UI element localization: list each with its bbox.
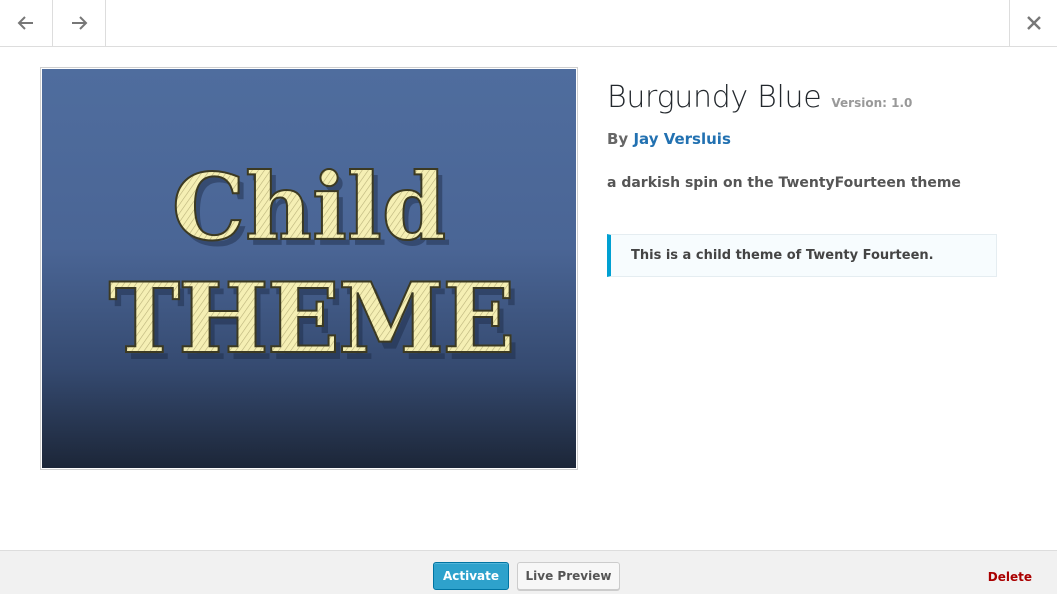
screenshot-line2: THEME bbox=[109, 262, 514, 375]
next-theme-button[interactable] bbox=[53, 0, 106, 46]
theme-screenshot-image: Child Child THEME THEME bbox=[42, 69, 576, 468]
theme-actions-bar: Activate Live Preview Delete bbox=[0, 550, 1057, 594]
previous-theme-button[interactable] bbox=[0, 0, 53, 46]
activate-button[interactable]: Activate bbox=[433, 562, 509, 590]
parent-theme-notice-text: This is a child theme of Twenty Fourteen… bbox=[631, 248, 934, 263]
arrow-right-icon bbox=[72, 16, 88, 30]
theme-info: Burgundy Blue Version: 1.0 By Jay Verslu… bbox=[607, 80, 1007, 277]
theme-title: Burgundy Blue Version: 1.0 bbox=[607, 80, 1007, 115]
live-preview-button[interactable]: Live Preview bbox=[517, 562, 620, 590]
theme-overlay-header bbox=[0, 0, 1057, 47]
close-icon bbox=[1026, 16, 1041, 30]
close-overlay-button[interactable] bbox=[1009, 0, 1057, 46]
author-by-label: By bbox=[607, 130, 629, 148]
theme-description: a darkish spin on the TwentyFourteen the… bbox=[607, 175, 961, 191]
theme-name: Burgundy Blue bbox=[607, 80, 822, 115]
screenshot-line1: Child bbox=[172, 153, 446, 261]
theme-version: Version: 1.0 bbox=[831, 96, 913, 110]
arrow-left-icon bbox=[17, 16, 33, 30]
delete-theme-link[interactable]: Delete bbox=[988, 570, 1032, 584]
author-link[interactable]: Jay Versluis bbox=[633, 130, 730, 148]
parent-theme-notice: This is a child theme of Twenty Fourteen… bbox=[607, 234, 997, 277]
theme-author: By Jay Versluis bbox=[607, 130, 1007, 148]
theme-screenshot: Child Child THEME THEME bbox=[40, 67, 578, 470]
